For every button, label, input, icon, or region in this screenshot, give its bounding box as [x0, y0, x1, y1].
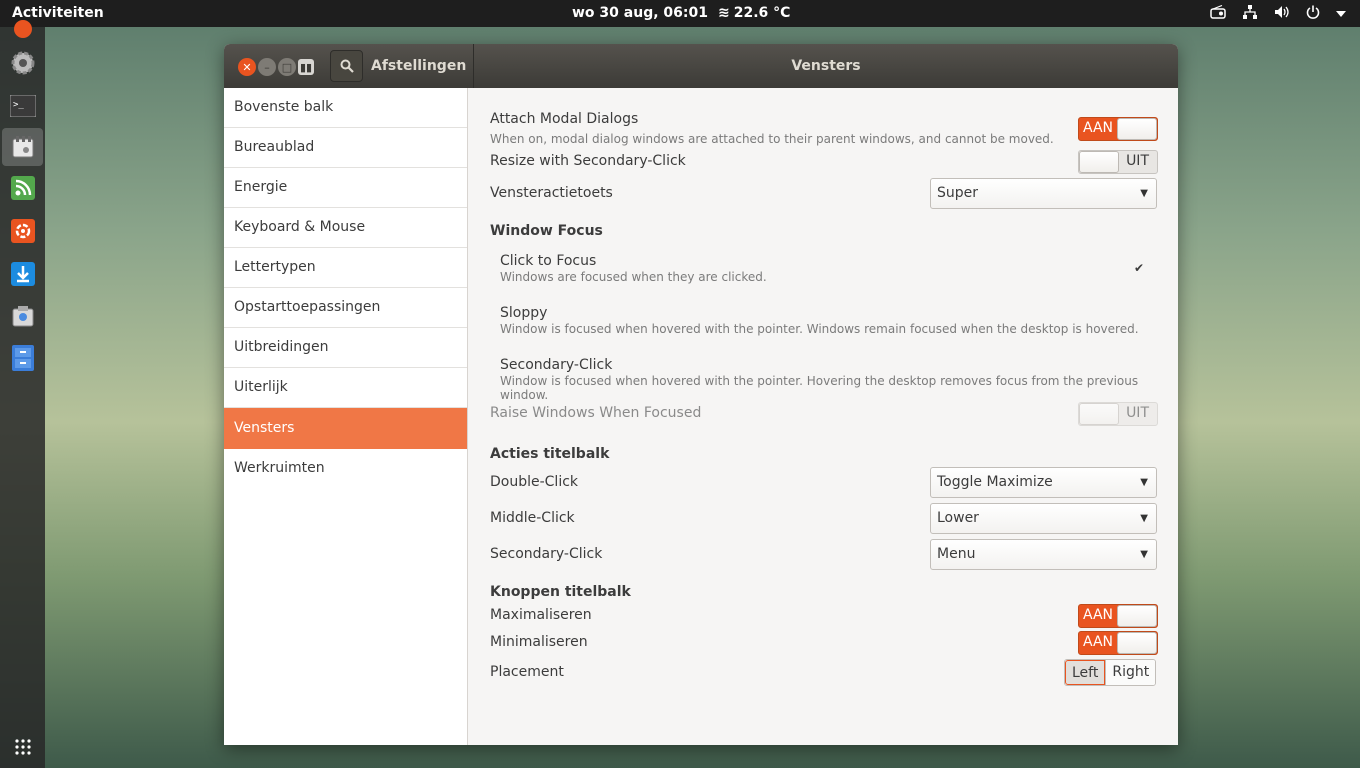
- raise-focused-label: Raise Windows When Focused: [490, 405, 702, 421]
- dock: >_: [0, 19, 45, 768]
- focus-option-label: Sloppy: [500, 305, 548, 321]
- volume-icon[interactable]: [1274, 5, 1290, 23]
- clock[interactable]: wo 30 aug, 06:01: [572, 5, 708, 21]
- double-click-dropdown[interactable]: Toggle Maximize ▼: [930, 467, 1157, 498]
- maximize-label: Maximaliseren: [490, 607, 592, 623]
- checkmark-icon: ✔: [1134, 261, 1145, 275]
- focus-option-desc: Windows are focused when they are clicke…: [500, 270, 767, 284]
- window-focus-heading: Window Focus: [490, 223, 603, 239]
- focus-option-label: Click to Focus: [500, 253, 597, 269]
- sidebar-item-workspaces[interactable]: Werkruimten: [224, 449, 467, 489]
- switch-knob: [1117, 605, 1157, 627]
- resize-secondary-switch[interactable]: UIT: [1078, 150, 1158, 174]
- maximize-state: AAN: [1083, 607, 1114, 623]
- titlebar-actions-heading: Acties titelbalk: [490, 446, 610, 462]
- search-button[interactable]: [330, 50, 363, 82]
- action-key-label: Vensteractietoets: [490, 185, 613, 201]
- placement-label: Placement: [490, 664, 564, 680]
- double-click-label: Double-Click: [490, 474, 579, 490]
- download-icon[interactable]: [7, 258, 38, 289]
- rss-icon[interactable]: [7, 172, 38, 203]
- raise-focused-switch[interactable]: UIT: [1078, 402, 1158, 426]
- sidebar-item-windows[interactable]: Vensters: [224, 408, 467, 449]
- maximize-icon[interactable]: □: [278, 58, 296, 76]
- minimize-state: AAN: [1083, 634, 1114, 650]
- tweaks-icon[interactable]: [2, 128, 43, 166]
- raise-focused-state: UIT: [1126, 405, 1149, 421]
- focus-option-desc: Window is focused when hovered with the …: [500, 322, 1139, 336]
- system-tray: [1210, 4, 1346, 24]
- close-icon[interactable]: ✕: [238, 58, 256, 76]
- tweaks-window: ✕ – □ ▮▮ Afstellingen Vensters Bovenste …: [224, 44, 1178, 745]
- top-panel: Activiteiten wo 30 aug, 06:01 ≋ 22.6 °C: [0, 0, 1360, 27]
- app-title: Afstellingen: [371, 58, 467, 74]
- minimize-icon[interactable]: –: [258, 58, 276, 76]
- placement-toggle: Left Right: [1064, 659, 1157, 686]
- window-titlebar[interactable]: ✕ – □ ▮▮ Afstellingen Vensters: [224, 44, 1178, 88]
- secondary-click-label: Secondary-Click: [490, 546, 603, 562]
- settings-panel: Attach Modal Dialogs When on, modal dial…: [468, 88, 1178, 745]
- svg-text:>_: >_: [13, 100, 24, 110]
- sidebar: Bovenste balk Bureaublad Energie Keyboar…: [224, 88, 468, 745]
- window-menu-icon[interactable]: ▮▮: [298, 59, 314, 75]
- weather-indicator[interactable]: ≋ 22.6 °C: [718, 5, 790, 21]
- settings-icon[interactable]: [7, 47, 38, 78]
- screenshot-icon[interactable]: [7, 300, 38, 331]
- chevron-down-icon: ▼: [1140, 188, 1148, 199]
- weather-icon: ≋: [718, 5, 730, 21]
- chevron-down-icon: ▼: [1140, 477, 1148, 488]
- page-title: Vensters: [791, 58, 861, 74]
- placement-left-button[interactable]: Left: [1065, 660, 1106, 685]
- attach-modal-switch[interactable]: AAN: [1078, 117, 1158, 141]
- attach-modal-label: Attach Modal Dialogs: [490, 111, 639, 127]
- switch-knob: [1117, 632, 1157, 654]
- chevron-down-icon: ▼: [1140, 549, 1148, 560]
- middle-click-value: Lower: [937, 510, 979, 526]
- placement-right-button[interactable]: Right: [1106, 660, 1156, 685]
- switch-knob: [1079, 151, 1119, 173]
- attach-modal-state: AAN: [1083, 120, 1114, 136]
- terminal-icon[interactable]: >_: [7, 90, 38, 121]
- secondary-click-dropdown[interactable]: Menu ▼: [930, 539, 1157, 570]
- sidebar-item-appearance[interactable]: Uiterlijk: [224, 368, 467, 408]
- chevron-down-icon[interactable]: [1336, 6, 1346, 22]
- file-cabinet-icon[interactable]: [7, 342, 38, 373]
- double-click-value: Toggle Maximize: [937, 474, 1053, 490]
- secondary-click-value: Menu: [937, 546, 976, 562]
- titlebar-buttons-heading: Knoppen titelbalk: [490, 584, 631, 600]
- attach-modal-desc: When on, modal dialog windows are attach…: [490, 132, 1054, 146]
- resize-secondary-state: UIT: [1126, 153, 1149, 169]
- sidebar-item-extensions[interactable]: Uitbreidingen: [224, 328, 467, 368]
- sidebar-item-power[interactable]: Energie: [224, 168, 467, 208]
- network-icon[interactable]: [1242, 4, 1258, 24]
- middle-click-label: Middle-Click: [490, 510, 575, 526]
- power-icon[interactable]: [1306, 5, 1320, 23]
- focus-option-label: Secondary-Click: [500, 357, 613, 373]
- search-icon: [340, 59, 354, 73]
- sidebar-item-top-bar[interactable]: Bovenste balk: [224, 88, 467, 128]
- ubuntu-software-icon[interactable]: [7, 215, 38, 246]
- minimize-label: Minimaliseren: [490, 634, 588, 650]
- sidebar-item-fonts[interactable]: Lettertypen: [224, 248, 467, 288]
- chevron-down-icon: ▼: [1140, 513, 1148, 524]
- temperature: 22.6 °C: [733, 5, 791, 21]
- action-key-value: Super: [937, 185, 979, 201]
- switch-knob: [1117, 118, 1157, 140]
- focus-option-desc: Window is focused when hovered with the …: [500, 374, 1139, 402]
- sidebar-item-desktop[interactable]: Bureaublad: [224, 128, 467, 168]
- switch-knob: [1079, 403, 1119, 425]
- app-grid-icon[interactable]: [7, 731, 38, 762]
- minimize-switch[interactable]: AAN: [1078, 631, 1158, 655]
- maximize-switch[interactable]: AAN: [1078, 604, 1158, 628]
- resize-secondary-label: Resize with Secondary-Click: [490, 153, 686, 169]
- radio-icon[interactable]: [1210, 4, 1226, 23]
- action-key-dropdown[interactable]: Super ▼: [930, 178, 1157, 209]
- sidebar-item-startup-apps[interactable]: Opstarttoepassingen: [224, 288, 467, 328]
- middle-click-dropdown[interactable]: Lower ▼: [930, 503, 1157, 534]
- sidebar-item-keyboard-mouse[interactable]: Keyboard & Mouse: [224, 208, 467, 248]
- ubuntu-icon[interactable]: [7, 13, 38, 44]
